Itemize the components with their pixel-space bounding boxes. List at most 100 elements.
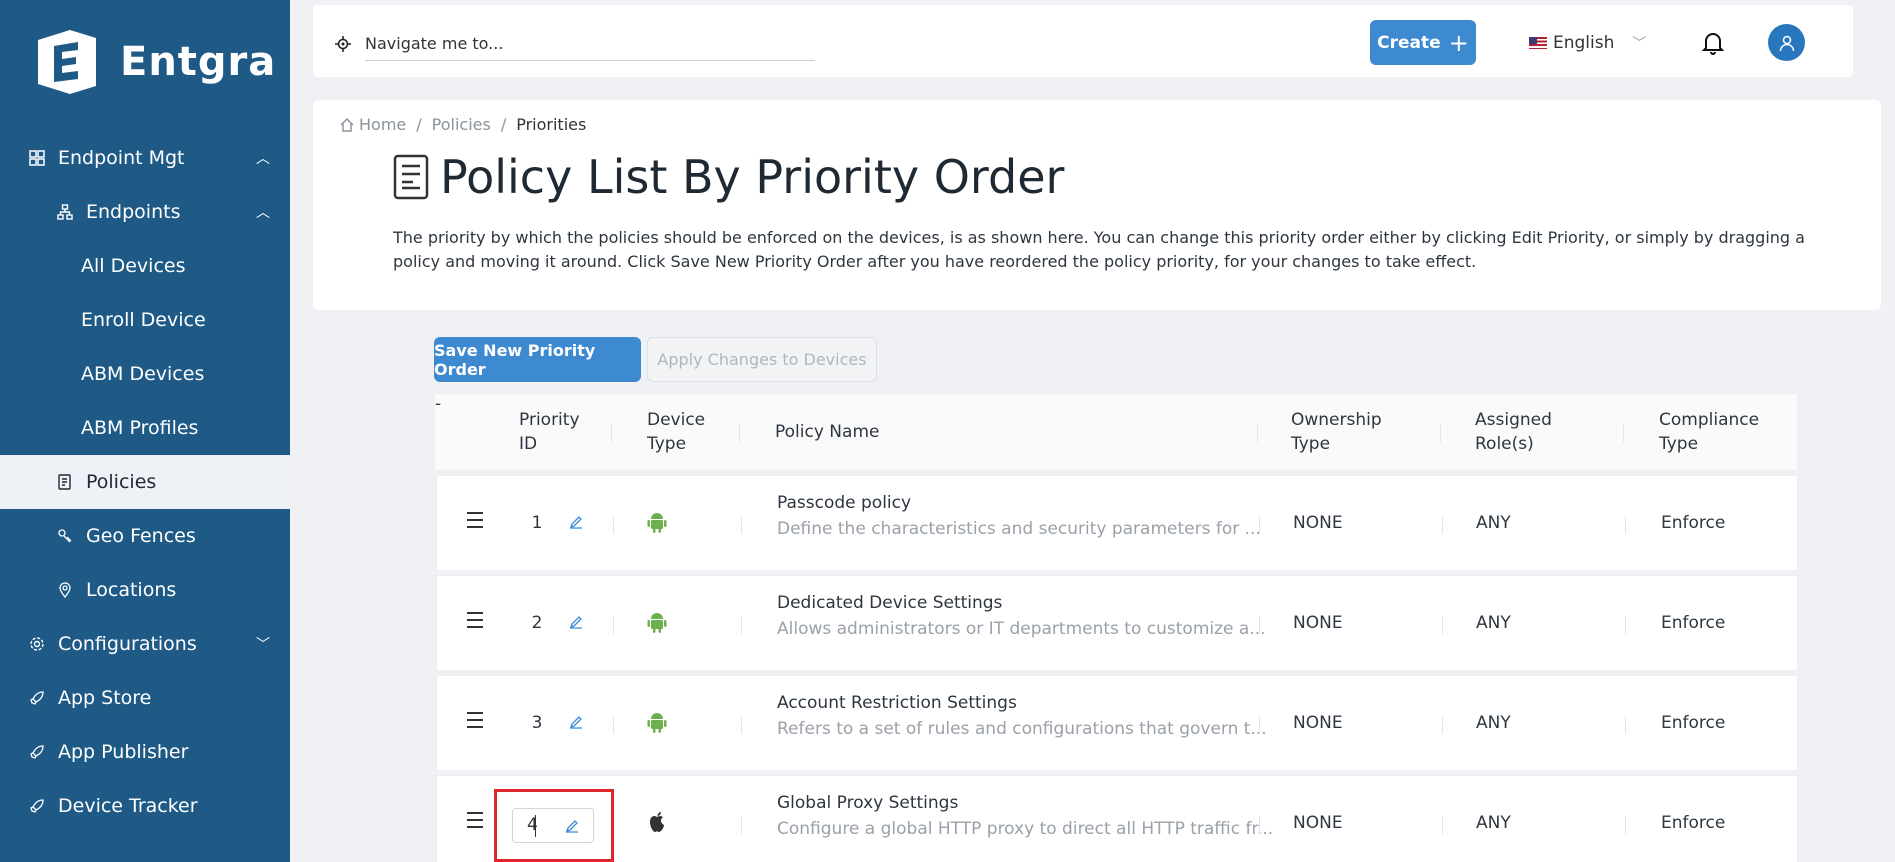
- page-title: Policy List By Priority Order: [440, 150, 1065, 204]
- compliance-type: Enforce: [1661, 513, 1726, 533]
- sidebar-item-geo-fences[interactable]: Geo Fences: [0, 509, 290, 563]
- apply-changes-button[interactable]: Apply Changes to Devices: [647, 337, 877, 382]
- column-priority-id: Priority ID: [519, 408, 580, 456]
- table-row[interactable]: 1 Passcode policy Define the characteris…: [436, 475, 1798, 571]
- drag-handle-icon[interactable]: [467, 712, 483, 733]
- drag-handle-icon[interactable]: [467, 812, 483, 833]
- edit-pencil-icon[interactable]: [569, 614, 583, 634]
- create-button-label: Create: [1377, 32, 1441, 53]
- column-device-type: Device Type: [647, 408, 705, 456]
- policy-description: Allows administrators or IT departments …: [777, 619, 1266, 639]
- policy-description: Refers to a set of rules and configurati…: [777, 719, 1267, 739]
- page-description: The priority by which the policies shoul…: [393, 228, 1805, 271]
- cell-divider: [1442, 516, 1443, 534]
- sidebar-item-label: Device Tracker: [58, 795, 198, 817]
- header-line: Type: [1291, 434, 1331, 454]
- ownership-type: NONE: [1293, 713, 1343, 733]
- breadcrumb-home[interactable]: Home: [359, 115, 406, 134]
- home-icon: [340, 117, 354, 132]
- user-avatar[interactable]: [1768, 24, 1805, 61]
- priority-id: 3: [531, 713, 543, 733]
- policy-name[interactable]: Account Restriction Settings: [777, 693, 1017, 713]
- plus-icon: +: [1448, 28, 1469, 57]
- sidebar-item-app-store[interactable]: App Store: [0, 671, 290, 725]
- cell-divider: [1625, 816, 1626, 834]
- header-line: ID: [519, 434, 538, 454]
- column-assigned-roles: Assigned Role(s): [1475, 408, 1552, 456]
- navigate-search: [335, 27, 815, 61]
- header-line: Ownership: [1291, 410, 1382, 430]
- policy-name[interactable]: Passcode policy: [777, 493, 911, 513]
- sidebar-item-all-devices[interactable]: All Devices: [0, 239, 290, 293]
- grid-icon: [28, 149, 46, 167]
- sidebar-item-abm-profiles[interactable]: ABM Profiles: [0, 401, 290, 455]
- cell-divider: [1442, 716, 1443, 734]
- header-line: Priority: [519, 410, 580, 430]
- table-row[interactable]: 3 Account Restriction Settings Refers to…: [436, 675, 1798, 771]
- sidebar: Entgra Endpoint Mgt ︿ Endpoints ︿ All De…: [0, 0, 290, 862]
- ownership-type: NONE: [1293, 513, 1343, 533]
- sidebar-item-abm-devices[interactable]: ABM Devices: [0, 347, 290, 401]
- assigned-roles: ANY: [1476, 813, 1511, 833]
- header-line: Device: [647, 410, 706, 430]
- policy-name[interactable]: Global Proxy Settings: [777, 793, 958, 813]
- policy-description: Define the characteristics and security …: [777, 519, 1261, 539]
- cell-divider: [613, 716, 614, 734]
- sidebar-item-label: Locations: [86, 579, 177, 601]
- cell-divider: [741, 516, 742, 534]
- save-priority-order-button[interactable]: Save New Priority Order: [434, 337, 641, 382]
- apple-icon: [647, 811, 667, 838]
- sidebar-item-policies[interactable]: Policies: [0, 455, 290, 509]
- brand-logo[interactable]: Entgra: [30, 26, 276, 98]
- user-icon: [1779, 35, 1794, 51]
- sidebar-item-enroll-device[interactable]: Enroll Device: [0, 293, 290, 347]
- notification-bell-icon[interactable]: [1701, 31, 1725, 59]
- navigate-input[interactable]: [365, 27, 815, 61]
- create-button[interactable]: Create +: [1370, 20, 1476, 65]
- breadcrumb-policies[interactable]: Policies: [432, 115, 491, 134]
- column-compliance-type: Compliance Type: [1659, 408, 1759, 456]
- priority-id: 1: [531, 513, 543, 533]
- policy-name[interactable]: Dedicated Device Settings: [777, 593, 1002, 613]
- android-icon: [647, 511, 667, 538]
- drag-handle-icon[interactable]: [467, 612, 483, 633]
- geo-fence-icon: [56, 527, 74, 545]
- table-row[interactable]: 2 Dedicated Device Settings Allows admin…: [436, 575, 1798, 671]
- cell-divider: [1259, 516, 1260, 534]
- edit-pencil-icon[interactable]: [569, 714, 583, 734]
- column-ownership-type: Ownership Type: [1291, 408, 1382, 456]
- cell-divider: [1259, 816, 1260, 834]
- sidebar-item-endpoint-mgt[interactable]: Endpoint Mgt ︿: [0, 131, 290, 185]
- hierarchy-icon: [56, 203, 74, 221]
- assigned-roles: ANY: [1476, 513, 1511, 533]
- policy-priority-table: Priority ID Device Type Policy Name - Ow…: [434, 393, 1798, 471]
- cell-divider: [1625, 616, 1626, 634]
- drag-handle-icon[interactable]: [467, 512, 483, 533]
- compliance-type: Enforce: [1661, 613, 1726, 633]
- edit-pencil-icon[interactable]: [569, 514, 583, 534]
- table-row[interactable]: Global Proxy Settings Configure a global…: [436, 775, 1798, 862]
- android-icon: [647, 611, 667, 638]
- language-selector[interactable]: English ﹀: [1529, 33, 1646, 53]
- page-header-card: Home / Policies / Priorities Policy List…: [313, 100, 1881, 310]
- sidebar-item-label: Policies: [86, 471, 157, 493]
- sidebar-item-label: Endpoints: [86, 201, 181, 223]
- cell-divider: [1259, 716, 1260, 734]
- breadcrumb: Home / Policies / Priorities: [339, 115, 586, 134]
- column-divider: [1257, 424, 1258, 442]
- android-icon: [647, 711, 667, 738]
- cell-divider: [1625, 516, 1626, 534]
- sidebar-item-label: Geo Fences: [86, 525, 196, 547]
- brand-name: Entgra: [120, 39, 277, 85]
- cell-divider: [741, 816, 742, 834]
- sidebar-item-app-publisher[interactable]: App Publisher: [0, 725, 290, 779]
- column-divider: [739, 424, 740, 442]
- column-divider: [1623, 424, 1624, 442]
- sidebar-item-locations[interactable]: Locations: [0, 563, 290, 617]
- ownership-type: NONE: [1293, 813, 1343, 833]
- sidebar-item-label: Endpoint Mgt: [58, 147, 185, 169]
- sidebar-item-endpoints[interactable]: Endpoints ︿: [0, 185, 290, 239]
- sidebar-item-device-tracker[interactable]: Device Tracker: [0, 779, 290, 833]
- sidebar-item-configurations[interactable]: Configurations ﹀: [0, 617, 290, 671]
- cell-divider: [741, 616, 742, 634]
